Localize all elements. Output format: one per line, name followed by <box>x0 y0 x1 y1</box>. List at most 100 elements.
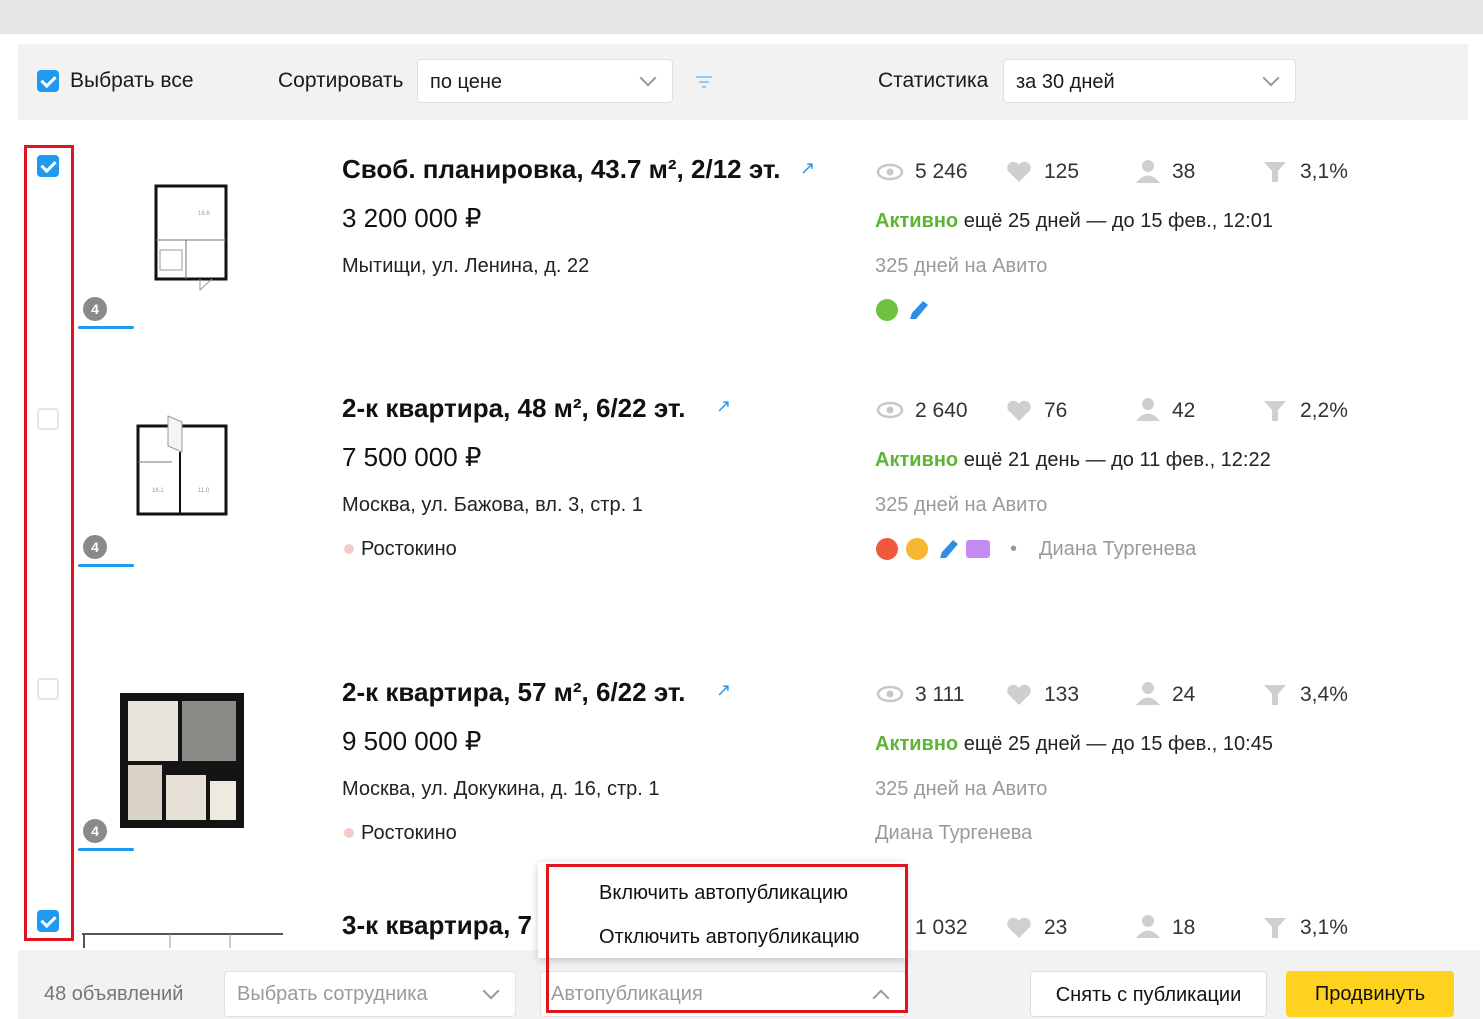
days-on-avito: 325 дней на Авито <box>875 778 1048 800</box>
listing-price: 3 200 000 ₽ <box>342 203 482 233</box>
sort-select-value: по цене <box>430 71 503 93</box>
room-render <box>166 775 206 820</box>
select-all-label[interactable]: Выбрать все <box>70 69 194 93</box>
listing-status: Активно ещё 25 дней — до 15 фев., 10:45 <box>875 733 1273 756</box>
employee-select-placeholder: Выбрать сотрудника <box>237 983 428 1005</box>
contacts-count: 42 <box>1172 399 1196 422</box>
listing-checkbox[interactable] <box>37 678 59 700</box>
photo-progress-bar <box>78 564 134 567</box>
views-count: 3 111 <box>915 683 965 706</box>
rocket-icon <box>876 538 898 560</box>
heart-icon <box>1007 400 1031 421</box>
views-count: 2 640 <box>915 399 968 422</box>
status-active-label: Активно <box>875 733 959 755</box>
conversion-rate: 3,1% <box>1300 160 1348 183</box>
stats-period-select[interactable]: за 30 дней <box>1003 59 1296 103</box>
select-all-checkbox[interactable] <box>37 70 59 92</box>
photo-progress-bar <box>78 326 134 329</box>
status-expiry: ещё 25 дней — до 15 фев., 12:01 <box>963 210 1273 232</box>
external-link-icon[interactable]: ↗ <box>716 396 731 417</box>
listing-address: Москва, ул. Бажова, вл. 3, стр. 1 <box>342 494 643 516</box>
listing-status: Активно ещё 21 день — до 11 фев., 12:22 <box>875 449 1271 472</box>
funnel-icon <box>1264 401 1286 421</box>
top-strip <box>0 0 1483 34</box>
contact-person-icon <box>1136 398 1160 421</box>
photo-count-badge: 4 <box>83 535 107 559</box>
heart-icon <box>1007 917 1031 938</box>
listing-thumbnail[interactable] <box>120 693 244 828</box>
contacts-count: 24 <box>1172 683 1196 706</box>
employee-name: Диана Тургенева <box>875 822 1033 844</box>
listings-count: 48 объявлений <box>44 983 184 1005</box>
metro-line-dot <box>344 828 354 838</box>
status-active-label: Активно <box>875 449 959 471</box>
photo-count-badge: 4 <box>83 297 107 321</box>
chevron-down-icon <box>482 982 500 1000</box>
eye-icon <box>876 685 904 703</box>
checkbox-column-highlight <box>24 145 74 941</box>
chevron-down-icon <box>639 69 657 87</box>
views-count: 1 032 <box>915 916 968 939</box>
days-on-avito: 325 дней на Авито <box>875 494 1048 516</box>
listing-thumbnail[interactable]: 18.6 <box>148 180 230 292</box>
photo-count-badge: 4 <box>83 819 107 843</box>
listing-title[interactable]: 3-к квартира, 7 <box>342 910 532 941</box>
favorites-count: 133 <box>1044 683 1080 706</box>
chevron-down-icon <box>1262 69 1280 87</box>
xl-icon <box>966 540 990 558</box>
external-link-icon[interactable]: ↗ <box>716 680 731 701</box>
listing-checkbox[interactable] <box>37 910 59 932</box>
listing-checkbox[interactable] <box>37 408 59 430</box>
funnel-icon <box>1264 162 1286 182</box>
conversion-rate: 3,4% <box>1300 683 1348 706</box>
employee-name: Диана Тургенева <box>1039 538 1197 560</box>
metro-station: Ростокино <box>361 822 457 844</box>
sort-label: Сортировать <box>278 69 404 92</box>
eye-icon <box>876 401 904 419</box>
external-link-icon[interactable]: ↗ <box>800 158 815 179</box>
unpublish-button[interactable]: Снять с публикации <box>1030 971 1267 1017</box>
sort-select[interactable]: по цене <box>417 59 673 103</box>
listing-title[interactable]: 2-к квартира, 48 м², 6/22 эт. <box>342 393 686 424</box>
metro-line-dot <box>344 544 354 554</box>
listing-thumbnail[interactable] <box>80 926 285 948</box>
listing-address: Москва, ул. Докукина, д. 16, стр. 1 <box>342 778 660 800</box>
listing-status: Активно ещё 25 дней — до 15 фев., 12:01 <box>875 210 1273 233</box>
favorites-count: 125 <box>1044 160 1080 183</box>
stats-period-value: за 30 дней <box>1016 71 1115 93</box>
room-render <box>128 765 162 820</box>
svg-text:11.0: 11.0 <box>198 488 210 494</box>
listing-address: Мытищи, ул. Ленина, д. 22 <box>342 255 590 277</box>
svg-text:18.6: 18.6 <box>198 211 210 217</box>
highlight-icon <box>910 301 928 319</box>
conversion-rate: 3,1% <box>1300 916 1348 939</box>
listing-checkbox[interactable] <box>37 155 59 177</box>
filter-icon[interactable] <box>694 74 714 90</box>
room-render <box>182 701 236 761</box>
stats-label: Статистика <box>878 69 989 92</box>
separator-dot: • <box>1010 538 1018 560</box>
heart-icon <box>1007 161 1031 182</box>
status-expiry: ещё 21 день — до 11 фев., 12:22 <box>963 449 1271 471</box>
favorites-count: 76 <box>1044 399 1068 422</box>
listing-thumbnail[interactable]: 16.1 11.0 <box>130 412 232 520</box>
listing-title[interactable]: Своб. планировка, 43.7 м², 2/12 эт. <box>342 154 781 185</box>
heart-icon <box>1007 684 1031 705</box>
employee-select[interactable]: Выбрать сотрудника <box>224 971 516 1017</box>
conversion-rate: 2,2% <box>1300 399 1348 422</box>
svg-text:16.1: 16.1 <box>152 488 164 494</box>
contacts-count: 18 <box>1172 916 1196 939</box>
promote-button[interactable]: Продвинуть <box>1286 971 1454 1017</box>
star-icon <box>906 538 928 560</box>
listing-title[interactable]: 2-к квартира, 57 м², 6/22 эт. <box>342 677 686 708</box>
views-count: 5 246 <box>915 160 968 183</box>
eye-icon <box>876 163 904 181</box>
x10-icon <box>876 299 898 321</box>
highlight-icon <box>940 540 958 558</box>
autopublish-highlight <box>546 864 908 1013</box>
funnel-icon <box>1264 685 1286 705</box>
funnel-icon <box>1264 918 1286 938</box>
room-render <box>210 781 236 820</box>
status-active-label: Активно <box>875 210 959 232</box>
days-on-avito: 325 дней на Авито <box>875 255 1048 277</box>
